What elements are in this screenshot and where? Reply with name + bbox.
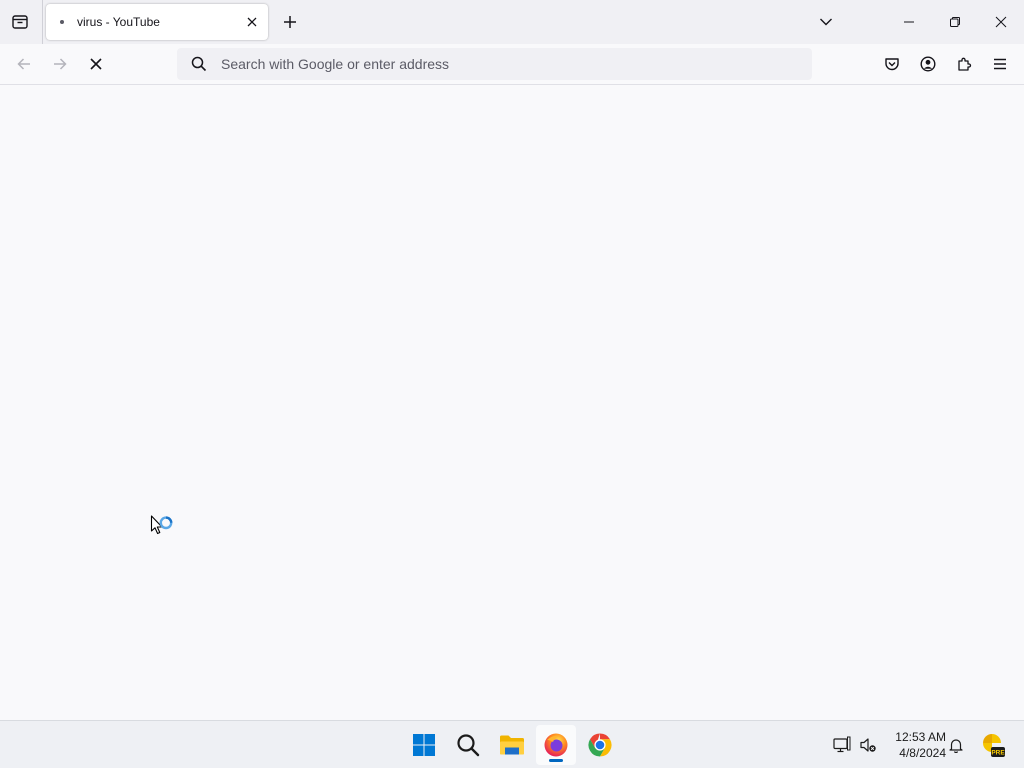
tab-separator <box>42 0 43 44</box>
windows-start-icon <box>413 734 435 756</box>
clock-date: 4/8/2024 <box>899 746 946 760</box>
address-bar[interactable] <box>177 48 812 80</box>
new-tab-button[interactable] <box>274 6 306 38</box>
navigation-toolbar <box>0 44 1024 85</box>
plus-icon <box>284 16 296 28</box>
loading-icon <box>54 14 70 30</box>
busy-cursor-icon <box>150 515 173 535</box>
close-icon <box>995 16 1007 28</box>
chrome-icon <box>588 733 612 757</box>
pocket-button[interactable] <box>876 48 908 80</box>
close-icon <box>247 17 257 27</box>
folder-icon <box>500 735 524 755</box>
chrome-taskbar-button[interactable] <box>580 725 620 765</box>
hamburger-menu-icon <box>994 58 1006 70</box>
notifications-button[interactable] <box>944 733 968 757</box>
clock-time: 12:53 AM <box>895 730 946 744</box>
page-content[interactable] <box>0 85 1024 720</box>
preview-badge-label: PRE <box>991 750 1005 757</box>
volume-muted-icon <box>860 738 876 752</box>
tab-title: virus - YouTube <box>77 15 160 29</box>
arrow-right-icon <box>54 58 67 70</box>
chevron-down-icon <box>820 18 832 26</box>
stop-button[interactable] <box>80 48 112 80</box>
file-explorer-button[interactable] <box>492 725 532 765</box>
preview-badge[interactable]: PRE <box>978 731 1006 759</box>
search-icon <box>457 734 480 757</box>
tab-strip: virus - YouTube <box>0 0 1024 44</box>
address-input[interactable] <box>221 56 781 72</box>
network-monitor-icon <box>833 736 851 753</box>
close-window-button[interactable] <box>978 0 1024 44</box>
restore-button[interactable] <box>932 0 978 44</box>
forward-button[interactable] <box>44 48 76 80</box>
taskbar: 12:53 AM 4/8/2024 PRE <box>0 720 1024 768</box>
volume-tray-button[interactable] <box>856 733 880 757</box>
active-app-indicator <box>549 759 563 762</box>
list-all-tabs-button[interactable] <box>810 6 842 38</box>
pocket-icon <box>885 58 899 71</box>
taskbar-search-button[interactable] <box>448 725 488 765</box>
start-button[interactable] <box>404 725 444 765</box>
restore-icon <box>950 17 960 27</box>
stop-icon <box>90 58 102 70</box>
app-menu-button[interactable] <box>984 48 1016 80</box>
account-icon <box>920 56 936 72</box>
search-icon <box>189 54 209 74</box>
minimize-button[interactable] <box>886 0 932 44</box>
minimize-icon <box>904 21 914 23</box>
system-clock[interactable]: 12:53 AM 4/8/2024 <box>884 729 946 761</box>
windows-insider-preview-icon: PRE <box>983 734 1005 757</box>
arrow-left-icon <box>17 58 30 70</box>
puzzle-icon <box>958 57 972 71</box>
network-tray-button[interactable] <box>830 733 854 757</box>
firefox-icon <box>544 733 568 757</box>
tab-close-button[interactable] <box>240 10 264 34</box>
extensions-button[interactable] <box>948 48 980 80</box>
firefox-view-button[interactable] <box>4 6 36 38</box>
bell-icon <box>949 739 963 753</box>
account-button[interactable] <box>912 48 944 80</box>
tab-youtube[interactable]: virus - YouTube <box>46 4 268 40</box>
back-button[interactable] <box>8 48 40 80</box>
firefox-view-icon <box>12 15 28 29</box>
